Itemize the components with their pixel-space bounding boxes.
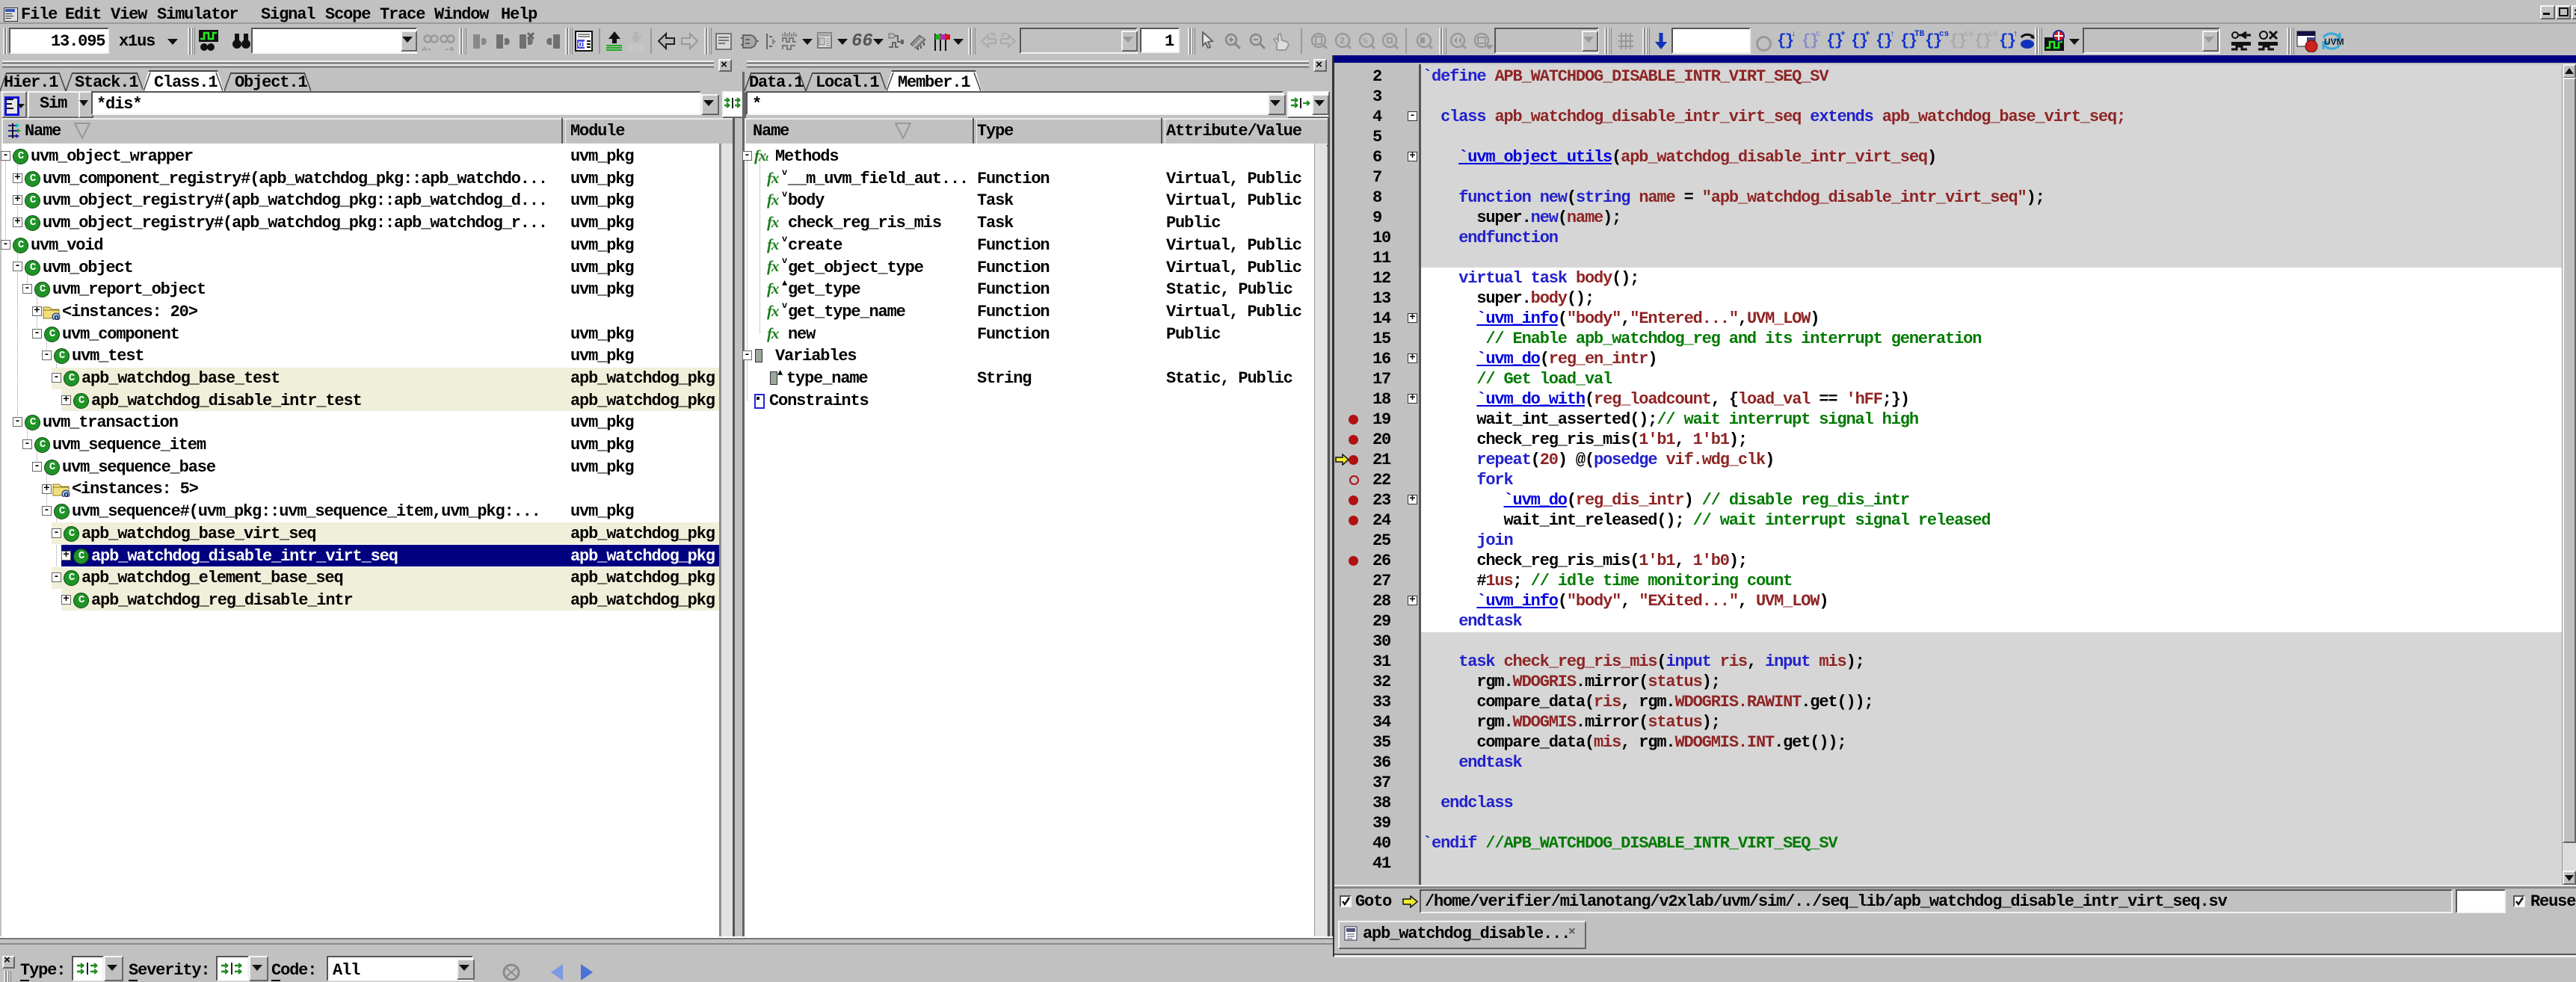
- svg-text:01: 01: [578, 40, 586, 49]
- svg-text:2: 2: [1340, 36, 1345, 46]
- svg-text:½: ½: [1363, 37, 1368, 46]
- svg-text:UVM: UVM: [2324, 37, 2344, 47]
